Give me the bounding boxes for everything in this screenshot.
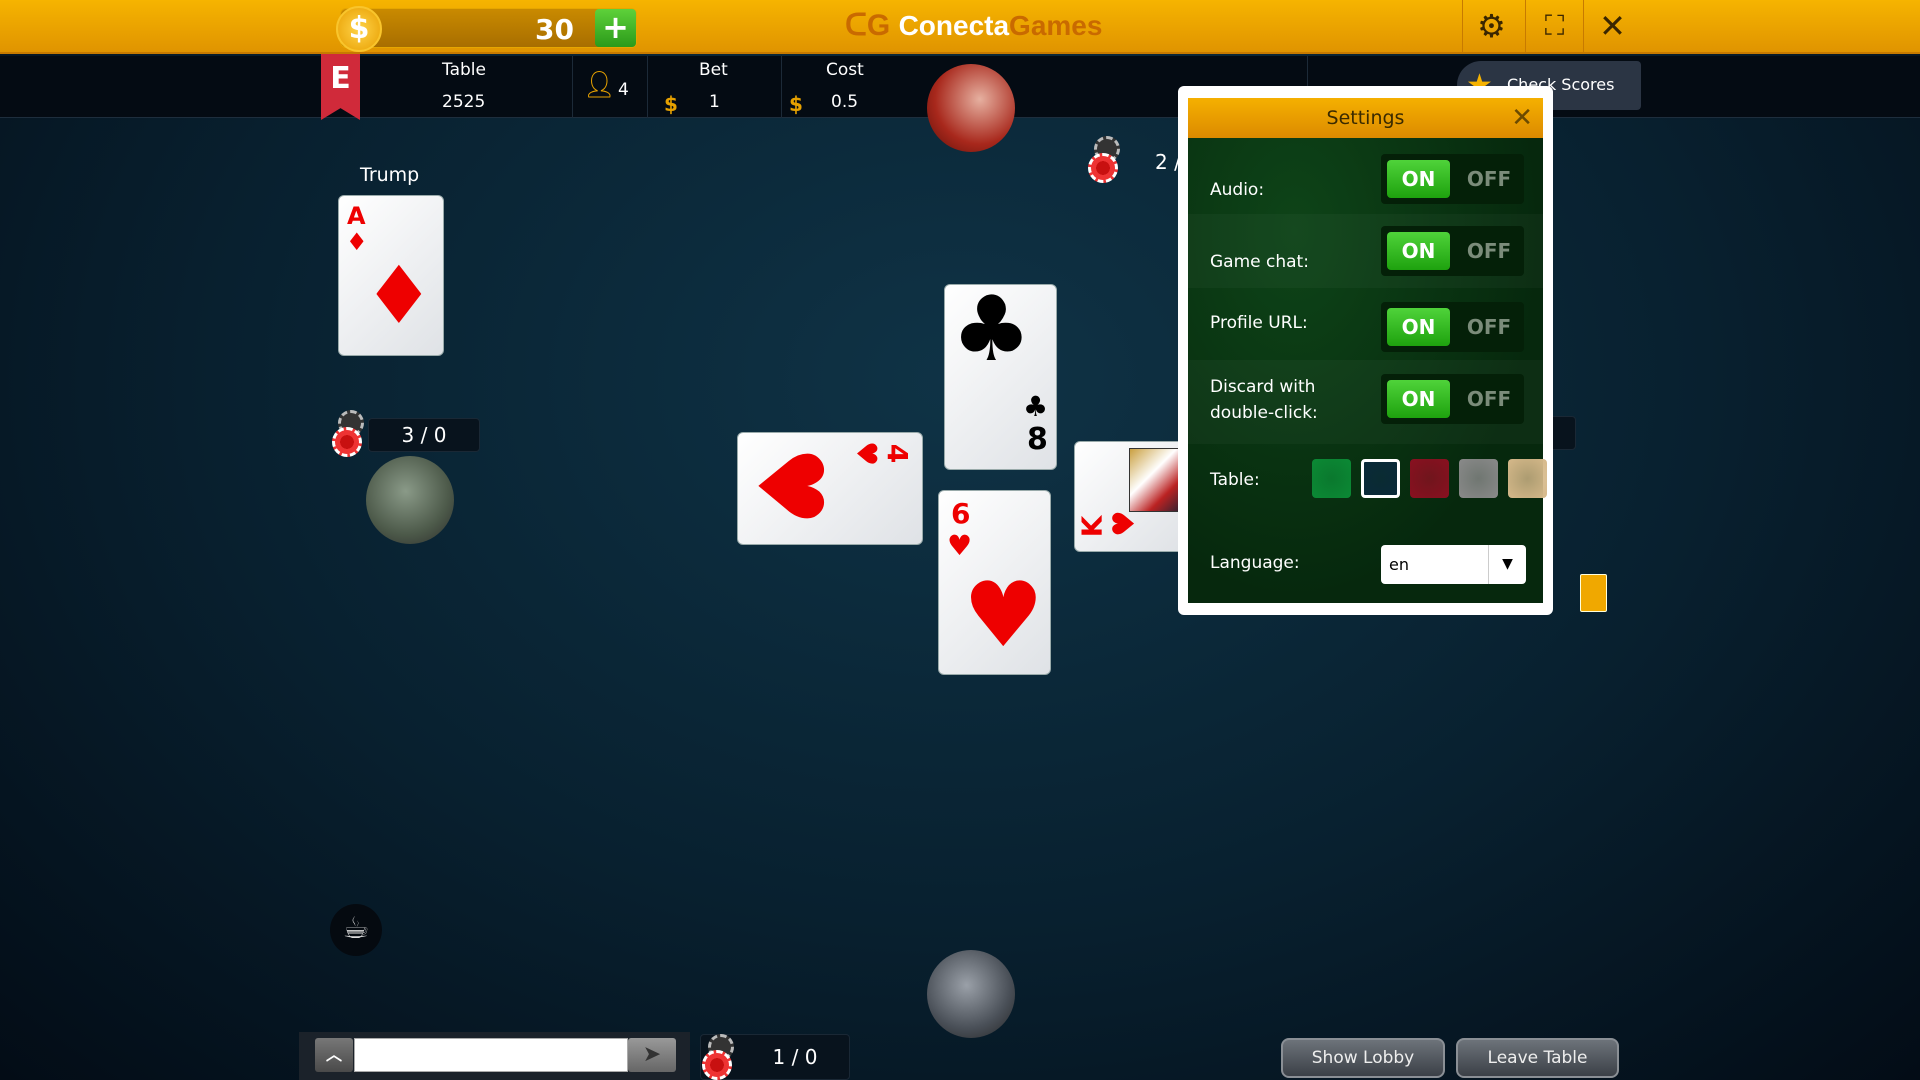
chat-input[interactable] [354,1038,628,1072]
avatar-top[interactable] [927,64,1015,152]
dollar-icon: $ [664,92,678,116]
chevron-up-icon[interactable]: ︿ [315,1038,353,1072]
bet-value: 1 [709,92,720,112]
card-4-hearts[interactable]: ♥ ♥ 4 [737,432,923,545]
table-color-swatch[interactable] [1410,459,1449,498]
audio-toggle[interactable]: ON OFF [1381,154,1524,204]
dollar-icon: $ [789,92,803,116]
setting-audio: Audio: ON OFF [1188,138,1543,214]
bet-label: Bet [699,60,728,80]
coin-icon: $ [336,6,382,52]
setting-table: Table: [1188,444,1547,518]
close-icon[interactable]: ✕ [1511,98,1533,138]
table-number: 2525 [442,92,486,112]
cost-value: 0.5 [831,92,859,112]
table-color-swatch[interactable] [1508,459,1547,498]
chip-icon [702,1050,732,1080]
settings-title: Settings [1326,107,1405,129]
language-select[interactable]: en ▼ [1381,545,1526,584]
card-8-clubs[interactable]: ♣ ♣ 8 [944,284,1057,470]
trump-label: Trump [360,164,420,186]
show-lobby-button[interactable]: Show Lobby [1281,1038,1445,1078]
game-chat-toggle[interactable]: ON OFF [1381,226,1524,276]
chip-icon [332,427,362,457]
chip-icon [1088,153,1118,183]
trump-card: A ♦ ♦ [338,195,444,356]
setting-discard: Discard with double-click: ON OFF [1188,360,1543,444]
gear-icon[interactable]: ⚙ [1462,0,1520,54]
avatar-self[interactable] [927,950,1015,1038]
chevron-down-icon: ▼ [1488,545,1526,584]
settings-dialog: Settings ✕ Audio: ON OFF Game chat: ON OFF… [1178,86,1553,615]
leave-table-button[interactable]: Leave Table [1456,1038,1619,1078]
chat-bar: ︿ ➤ [299,1032,690,1080]
player-count: 4 [618,80,629,100]
table-color-swatch[interactable] [1459,459,1498,498]
double-card-icon[interactable] [1580,574,1607,612]
left-player-score: 3 / 0 [368,418,480,452]
add-coins-button[interactable]: + [595,9,636,47]
coffee-break-icon[interactable]: ☕︎ [330,904,382,956]
setting-game-chat: Game chat: ON OFF [1188,214,1543,288]
fullscreen-icon[interactable]: ⛶ [1525,0,1583,54]
coin-balance: 30 [340,8,637,48]
cost-label: Cost [826,60,864,80]
top-bar: 30 $ + ᑕG ConectaGames ⚙ ⛶ ✕ [0,0,1920,54]
king-face-image [1129,448,1183,512]
top-player-score: 2 / [1155,150,1181,174]
close-icon[interactable]: ✕ [1583,0,1641,54]
player-icon: 👤︎ [583,70,617,100]
discard-toggle[interactable]: ON OFF [1381,374,1524,424]
card-6-hearts[interactable]: 6 ♥ ♥ [938,490,1051,675]
logo: ᑕG ConectaGames [845,9,1103,42]
table-color-swatch[interactable] [1361,459,1400,498]
avatar-left[interactable] [366,456,454,544]
setting-profile-url: Profile URL: ON OFF [1188,288,1543,360]
settings-body: Audio: ON OFF Game chat: ON OFF Profile UR… [1188,138,1547,603]
card-king-hearts[interactable]: K ♥ [1074,441,1184,552]
profile-url-toggle[interactable]: ON OFF [1381,302,1524,352]
table-color-swatch[interactable] [1312,459,1351,498]
settings-header: Settings ✕ [1188,98,1543,138]
send-icon[interactable]: ➤ [628,1038,676,1072]
language-label: Language: [1210,553,1300,573]
table-label: Table [442,60,486,80]
